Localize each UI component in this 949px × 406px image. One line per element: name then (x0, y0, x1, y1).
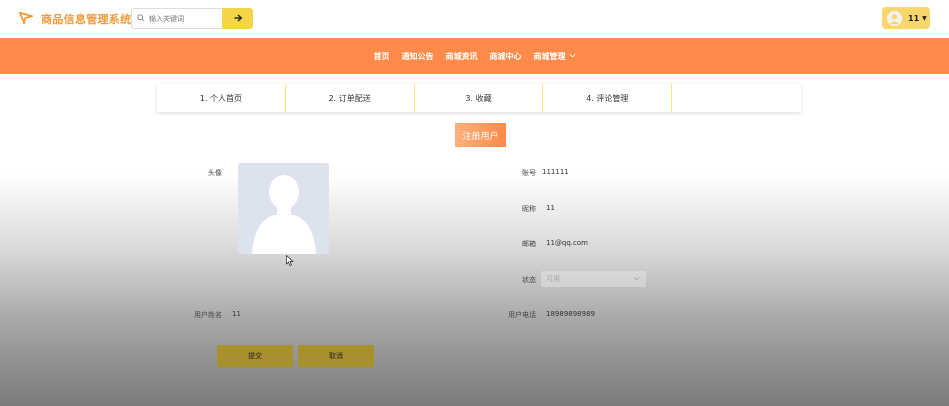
realname-label: 用户姓名 (194, 311, 222, 319)
status-label: 状态 (522, 276, 536, 284)
nav-item-mall-center[interactable]: 商城中心 (490, 51, 522, 62)
account-label: 账号 (522, 169, 536, 177)
user-menu[interactable]: 11 ▼ (882, 7, 930, 29)
nav-item-mall-manage[interactable]: 商城管理 (534, 51, 576, 62)
search-input[interactable] (149, 14, 221, 23)
avatar-label: 头像 (208, 169, 222, 177)
arrow-right-icon (233, 13, 243, 25)
search-box[interactable] (131, 8, 222, 29)
app-title: 商品信息管理系统 (41, 13, 132, 26)
nav-item-home[interactable]: 首页 (374, 51, 390, 62)
nickname-value[interactable]: 11 (546, 204, 555, 212)
tab-order-delivery[interactable]: 2. 订单配送 (286, 84, 415, 112)
nav-item-notice[interactable]: 通知公告 (402, 51, 434, 62)
search-bar (131, 8, 253, 29)
cancel-button[interactable]: 取消 (298, 345, 374, 367)
tab-personal-home[interactable]: 1. 个人首页 (157, 84, 286, 112)
tab-empty[interactable] (672, 84, 801, 112)
logo[interactable]: 商品信息管理系统 (19, 11, 131, 27)
caret-down-icon: ▼ (922, 14, 927, 22)
send-icon (19, 11, 33, 27)
user-name: 11 (908, 13, 920, 23)
profile-tabs: 1. 个人首页 2. 订单配送 3. 收藏 4. 评论管理 (157, 84, 801, 112)
mouse-cursor-icon (286, 254, 294, 266)
tab-review-manage[interactable]: 4. 评论管理 (543, 84, 673, 112)
main-nav: 首页 通知公告 商城资讯 商城中心 商城管理 (0, 38, 949, 74)
status-select[interactable]: 可用 (541, 271, 646, 287)
chevron-down-icon (566, 51, 576, 61)
search-button[interactable] (222, 8, 253, 29)
account-value[interactable]: 111111 (542, 168, 569, 176)
nav-item-label: 商城管理 (533, 50, 566, 61)
realname-value[interactable]: 11 (232, 310, 241, 318)
nav-item-news[interactable]: 商城资讯 (446, 51, 478, 62)
phone-label: 用户电话 (508, 311, 536, 319)
search-icon (137, 13, 145, 24)
submit-button[interactable]: 提交 (217, 345, 293, 367)
email-value[interactable]: 11@qq.com (546, 239, 588, 247)
phone-value[interactable]: 18989898989 (546, 310, 595, 318)
nickname-label: 昵称 (522, 205, 536, 213)
tab-favorites[interactable]: 3. 收藏 (415, 84, 544, 112)
top-bar: 商品信息管理系统 11 ▼ (0, 0, 949, 38)
avatar-upload[interactable] (238, 163, 329, 254)
register-user-button[interactable]: 注册用户 (455, 123, 506, 147)
status-selected-value: 可用 (546, 275, 560, 283)
chevron-down-icon (633, 275, 640, 284)
avatar (887, 10, 902, 26)
email-label: 邮箱 (522, 240, 536, 248)
